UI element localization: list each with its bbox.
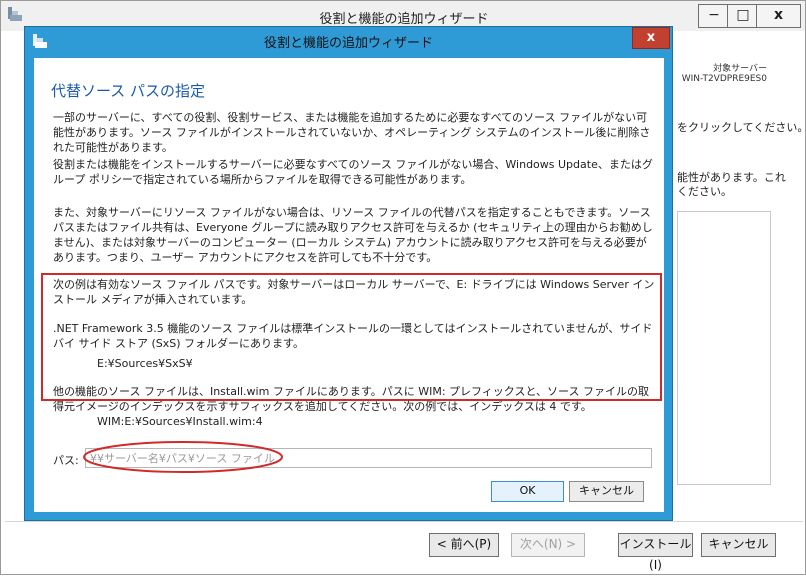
dialog-close-button[interactable]: x [632,27,670,49]
description-paragraph-2: 役割または機能をインストールするサーバーに必要なすべてのソース ファイルがない場… [53,158,653,186]
background-list-box[interactable] [677,211,771,485]
install-button[interactable]: インストール(I) [618,533,693,572]
maximize-button[interactable]: □ [727,4,759,28]
page-title: 代替ソース パスの指定 [51,82,206,100]
footer-divider [5,521,803,522]
highlight-annotation-box [41,273,662,401]
background-close-button[interactable]: x [756,4,801,28]
cancel-button[interactable]: キャンセル [569,481,644,502]
highlight-annotation-ellipse [83,441,283,473]
wim-example-path: WIM:E:¥Sources¥Install.wim:4 [97,415,263,428]
alternate-source-path-dialog: 役割と機能の追加ウィザード x 代替ソース パスの指定 一部のサーバーに、すべて… [25,27,672,520]
next-button[interactable]: 次へ(N) > [511,533,585,557]
background-info-text-2: ください。 [677,185,732,198]
dialog-title: 役割と機能の追加ウィザード [263,36,433,51]
path-label: パス: [53,454,79,467]
target-server-label: 対象サーバー [713,64,767,74]
target-server-name: WIN-T2VDPRE9ES0 [681,74,767,84]
background-instruction-text: をクリックしてください。 [677,121,806,134]
background-window-title: 役割と機能の追加ウィザード [319,12,489,27]
minimize-button[interactable]: − [698,4,730,28]
background-cancel-button[interactable]: キャンセル [701,533,776,557]
previous-button[interactable]: < 前へ(P) [429,533,499,557]
wim-paragraph: 他の機能のソース ファイルは、Install.wim ファイルにあります。パスに… [53,385,649,413]
dialog-content: 代替ソース パスの指定 一部のサーバーに、すべての役割、役割サービス、または機能… [34,58,664,512]
description-paragraph-1: 一部のサーバーに、すべての役割、役割サービス、または機能を追加するために必要なす… [53,111,651,154]
ok-button[interactable]: OK [491,481,564,502]
description-paragraph-3: また、対象サーバーにリソース ファイルがない場合は、リソース ファイルの代替パス… [53,206,653,264]
